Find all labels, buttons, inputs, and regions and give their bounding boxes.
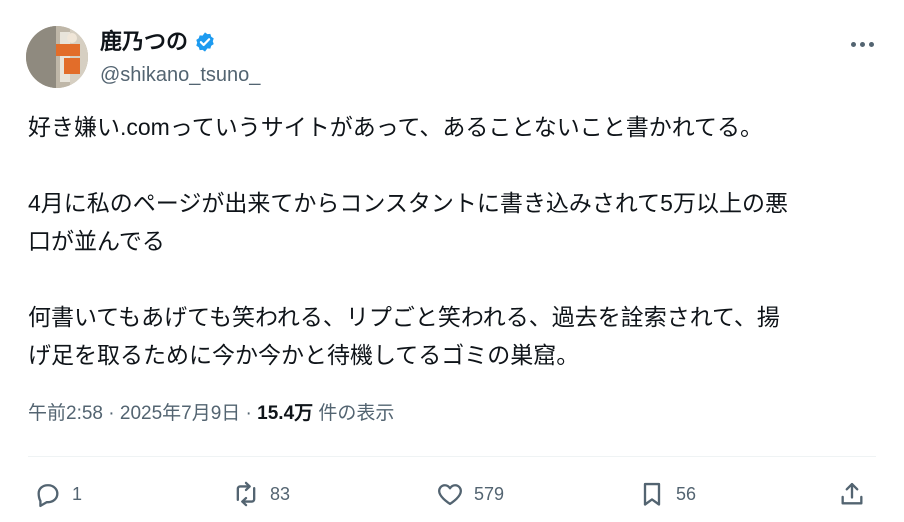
more-dot-icon: [868, 41, 874, 47]
tweet-paragraph: 口が並んでる: [28, 228, 165, 254]
tweet-paragraph: げ足を取るために今か今かと待機してるゴミの巣窟。: [28, 342, 580, 368]
repost-count: 83: [270, 483, 291, 504]
views-count[interactable]: 15.4万: [257, 403, 313, 424]
tweet-text: 好き嫌い.comっていうサイトがあって、あることないこと書かれてる。 4月に私の…: [28, 108, 880, 374]
avatar-image: [26, 26, 88, 88]
like-count: 579: [474, 483, 505, 504]
bookmark-button[interactable]: 56: [638, 472, 696, 516]
reply-count: 1: [72, 483, 83, 504]
avatar[interactable]: [26, 26, 88, 88]
action-bar: 1 83 579 56: [28, 472, 876, 516]
tweet-paragraph: 4月に私のページが出来てからコンスタントに書き込みされて5万以上の悪: [28, 190, 788, 216]
divider: [28, 456, 876, 457]
share-icon: [841, 482, 863, 505]
bookmark-icon: [643, 482, 661, 506]
share-button[interactable]: [838, 472, 866, 516]
meta-separator: ·: [102, 403, 120, 424]
meta-separator: ·: [240, 403, 258, 424]
reply-icon: [37, 484, 59, 508]
author-display-name[interactable]: 鹿乃つの: [100, 28, 188, 56]
like-button[interactable]: 579: [436, 472, 504, 516]
repost-button[interactable]: 83: [232, 472, 290, 516]
more-dot-icon: [859, 41, 865, 47]
verified-badge-icon[interactable]: [194, 31, 216, 53]
more-dot-icon: [850, 41, 856, 47]
author-handle[interactable]: @shikano_tsuno_: [100, 62, 260, 88]
heart-icon: [438, 484, 462, 506]
reply-button[interactable]: 1: [34, 472, 82, 516]
repost-icon: [236, 481, 256, 507]
tweet-paragraph: 好き嫌い.comっていうサイトがあって、あることないこと書かれてる。: [28, 114, 764, 140]
tweet-date[interactable]: 2025年7月9日: [120, 403, 240, 424]
tweet-meta: 午前2:58 · 2025年7月9日 · 15.4万 件の表示: [28, 400, 394, 428]
tweet-paragraph: 何書いてもあげても笑われる、リプごと笑われる、過去を詮索されて、揚: [28, 304, 780, 330]
more-options-button[interactable]: [848, 34, 876, 54]
author-name-row: 鹿乃つの: [100, 28, 216, 56]
views-label: 件の表示: [313, 403, 395, 424]
tweet-time[interactable]: 午前2:58: [28, 403, 103, 424]
bookmark-count: 56: [676, 483, 697, 504]
